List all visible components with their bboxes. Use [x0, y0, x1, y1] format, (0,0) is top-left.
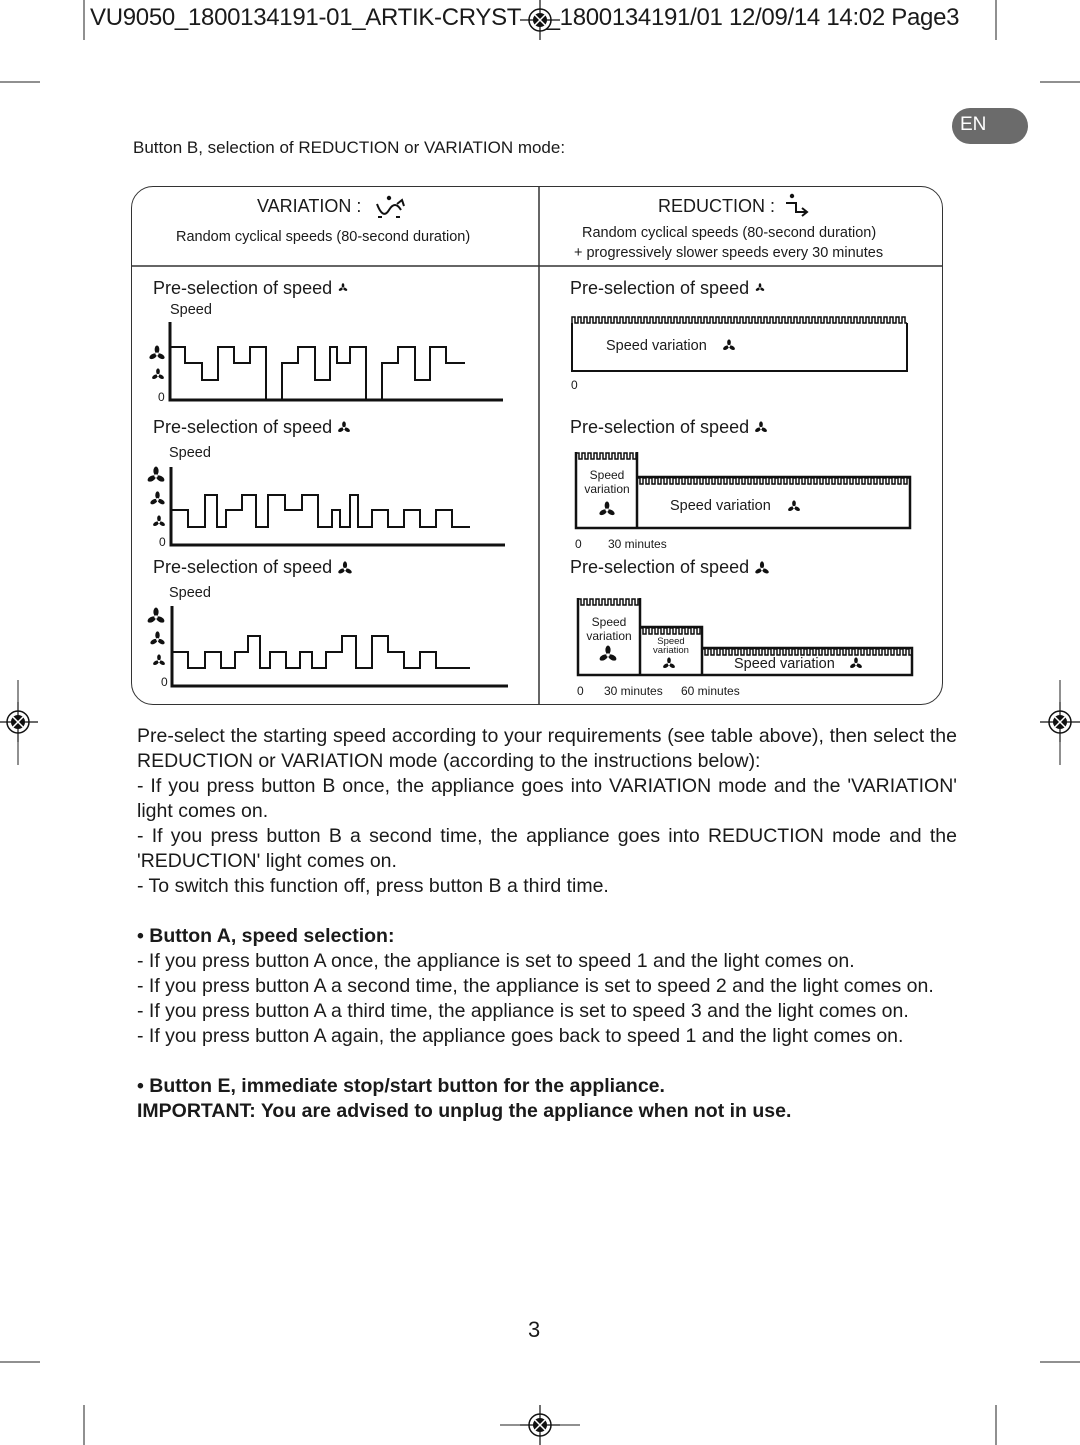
axis-zero: 0 — [571, 378, 578, 392]
button-a-heading: • Button A, speed selection: — [137, 925, 395, 947]
axis-zero: 0 — [159, 535, 166, 549]
registration-mark-icon — [520, 1405, 560, 1445]
axis-zero: 0 — [158, 390, 165, 404]
preselection-label: Pre-selection of speed — [570, 278, 750, 298]
instruction-paragraph: - If you press button A a second time, t… — [137, 975, 934, 997]
preselection-label: Pre-selection of speed — [570, 417, 750, 437]
button-e-heading: • Button E, immediate stop/start button … — [137, 1075, 665, 1097]
print-slug-header: VU9050_1800134191-01_ARTIK-CRYST _180013… — [90, 4, 960, 31]
axis-label-speed: Speed — [170, 302, 212, 318]
speed-variation-short: Speed variation — [586, 615, 632, 643]
important-note: IMPORTANT: You are advised to unplug the… — [137, 1100, 792, 1122]
axis-label-speed: Speed — [169, 585, 211, 601]
preselection-label: Pre-selection of speed — [570, 557, 750, 577]
axis-label-speed: Speed — [169, 445, 211, 461]
language-badge: EN — [952, 108, 1028, 144]
reduction-desc-2: + progressively slower speeds every 30 m… — [574, 245, 884, 261]
axis-60-minutes: 60 minutes — [681, 684, 740, 698]
axis-zero: 0 — [577, 684, 584, 698]
speed-variation-label: Speed variation — [606, 338, 707, 354]
instruction-paragraph: - If you press button A again, the appli… — [137, 1025, 904, 1047]
registration-mark-icon — [1040, 702, 1080, 742]
axis-zero: 0 — [575, 537, 582, 551]
variation-title: VARIATION : — [257, 196, 362, 216]
instruction-paragraph: - If you press button B once, the applia… — [137, 775, 957, 822]
reduction-title: REDUCTION : — [658, 196, 775, 216]
axis-zero: 0 — [161, 675, 168, 689]
instruction-paragraph: - To switch this function off, press but… — [137, 875, 609, 897]
intro-text: Button B, selection of REDUCTION or VARI… — [133, 138, 566, 157]
instruction-paragraph: - If you press button A a third time, th… — [137, 1000, 909, 1022]
instructions: Pre-select the starting speed according … — [137, 724, 957, 1124]
preselection-label: Pre-selection of speed — [153, 557, 333, 577]
preselection-label: Pre-selection of speed — [153, 417, 333, 437]
speed-variation-label: Speed variation — [670, 498, 771, 514]
page-number: 3 — [528, 1317, 541, 1342]
mode-table — [131, 186, 943, 705]
speed-variation-short: Speed variation — [653, 636, 689, 656]
preselection-label: Pre-selection of speed — [153, 278, 333, 298]
axis-30-minutes: 30 minutes — [608, 537, 667, 551]
instruction-paragraph: Pre-select the starting speed according … — [137, 725, 957, 772]
registration-mark-icon — [0, 702, 38, 742]
axis-30-minutes: 30 minutes — [604, 684, 663, 698]
variation-desc: Random cyclical speeds (80-second durati… — [176, 229, 471, 245]
reduction-desc-1: Random cyclical speeds (80-second durati… — [582, 225, 877, 241]
speed-variation-short: Speed variation — [584, 468, 630, 496]
instruction-paragraph: - If you press button A once, the applia… — [137, 950, 855, 972]
instruction-paragraph: - If you press button B a second time, t… — [137, 825, 957, 872]
speed-variation-label: Speed variation — [734, 656, 835, 672]
